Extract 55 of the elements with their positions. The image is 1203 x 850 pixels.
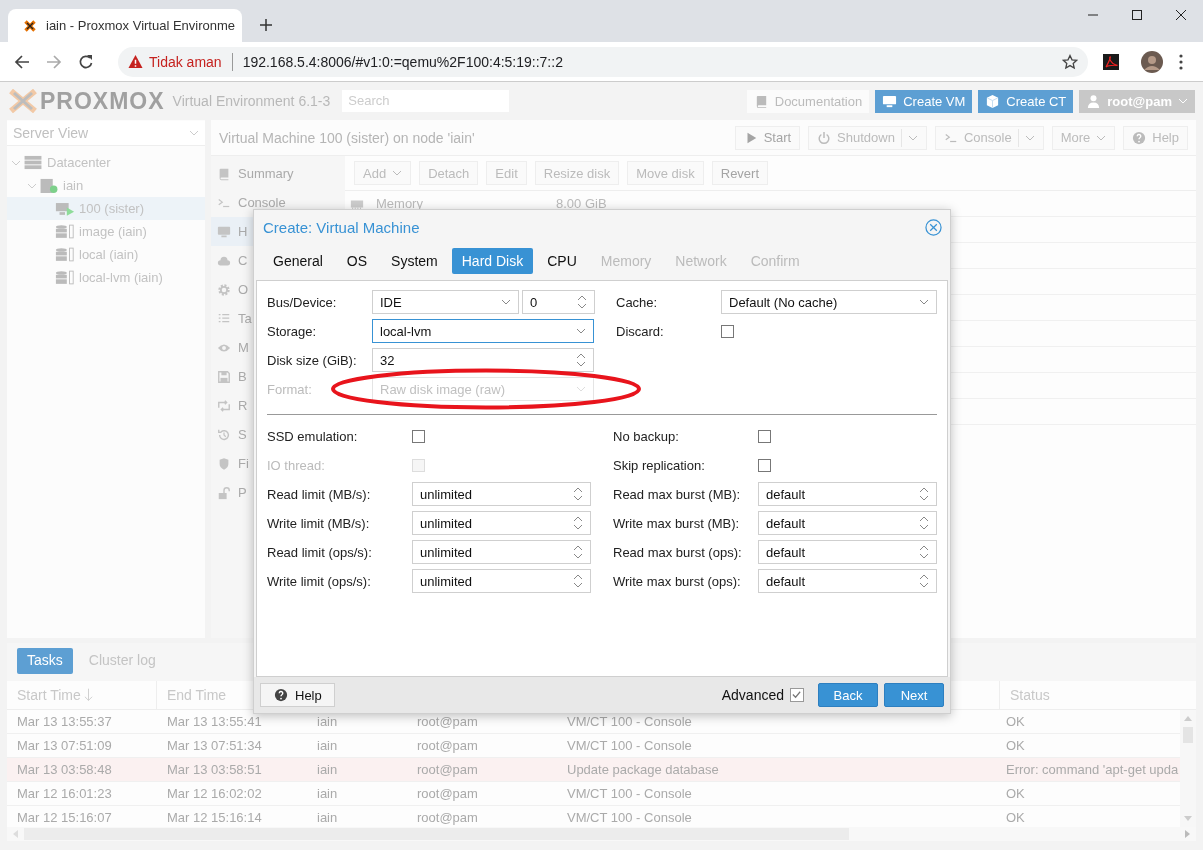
table-cell-text: root@pam	[416, 714, 479, 729]
table-cell-text: Mar 12 16:01:23	[16, 786, 113, 801]
table-cell-text: iain	[316, 738, 339, 753]
table-cell-text: Error: command 'apt-get upda	[1005, 762, 1180, 777]
field-label: Write max burst (ops):	[613, 573, 742, 589]
field-label: Write limit (ops/s):	[267, 573, 372, 589]
table-cell-text: Mar 13 07:51:34	[166, 738, 263, 753]
table-cell-text: Mar 12 15:16:07	[16, 810, 113, 825]
table-cell-text: OK	[1005, 714, 1026, 729]
table-cell-text: iain	[316, 714, 339, 729]
field-label: Bus/Device:	[267, 294, 338, 310]
table-cell-text: root@pam	[416, 738, 479, 753]
field-label: Read max burst (ops):	[613, 544, 743, 560]
table-cell-text: VM/CT 100 - Console	[566, 714, 693, 729]
table-cell-text: Update package database	[566, 762, 720, 777]
advanced-label: Advanced	[721, 687, 784, 703]
field-label: No backup:	[613, 428, 680, 444]
table-cell-text: iain	[316, 786, 339, 801]
table-cell-text: Mar 12 16:02:02	[166, 786, 263, 801]
field-label: Discard:	[616, 323, 665, 339]
field-label: Storage:	[267, 323, 318, 339]
table-cell-text: OK	[1005, 738, 1026, 753]
table-cell-text: Mar 13 03:58:48	[16, 762, 113, 777]
table-cell-text: Mar 13 13:55:37	[16, 714, 113, 729]
field-label: Write max burst (MB):	[613, 515, 741, 531]
table-cell-text: Mar 13 03:58:51	[166, 762, 263, 777]
table-cell-text: Memory	[376, 196, 424, 211]
table-cell-text: root@pam	[416, 786, 479, 801]
table-cell-text: VM/CT 100 - Console	[566, 786, 693, 801]
table-cell-text: iain	[316, 762, 339, 777]
table-cell-text: Mar 13 13:55:41	[166, 714, 263, 729]
field-label: Format:	[267, 381, 313, 397]
table-cell-text: VM/CT 100 - Console	[566, 738, 693, 753]
field-label: Skip replication:	[613, 457, 706, 473]
table-cell-text: OK	[1005, 786, 1026, 801]
table-cell: 8.00 GiB	[556, 196, 607, 211]
field-label: Write limit (MB/s):	[267, 515, 371, 531]
field-label: IO thread:	[267, 457, 326, 473]
field-label: Read limit (ops/s):	[267, 544, 373, 560]
table-cell-text: VM/CT 100 - Console	[566, 810, 693, 825]
table-cell-text: Mar 12 15:16:14	[166, 810, 263, 825]
panel-title: Virtual Machine 100 (sister) on node 'iain'	[219, 129, 475, 146]
table-cell-text: root@pam	[416, 810, 479, 825]
table-cell-text: iain	[316, 810, 339, 825]
field-label: Cache:	[616, 294, 659, 310]
field-label: Read max burst (MB):	[613, 486, 742, 502]
table-cell-text: OK	[1005, 810, 1026, 825]
table-cell-text: Mar 13 07:51:09	[16, 738, 113, 753]
logo-text: PROXMOX	[40, 87, 165, 115]
product-version: Virtual Environment 6.1-3	[172, 93, 331, 109]
table-cell-text: root@pam	[416, 762, 479, 777]
field-label: Disk size (GiB):	[267, 352, 358, 368]
dialog-title: Create: Virtual Machine	[263, 218, 420, 236]
field-label: Read limit (MB/s):	[267, 486, 372, 502]
field-label: SSD emulation:	[267, 428, 359, 444]
